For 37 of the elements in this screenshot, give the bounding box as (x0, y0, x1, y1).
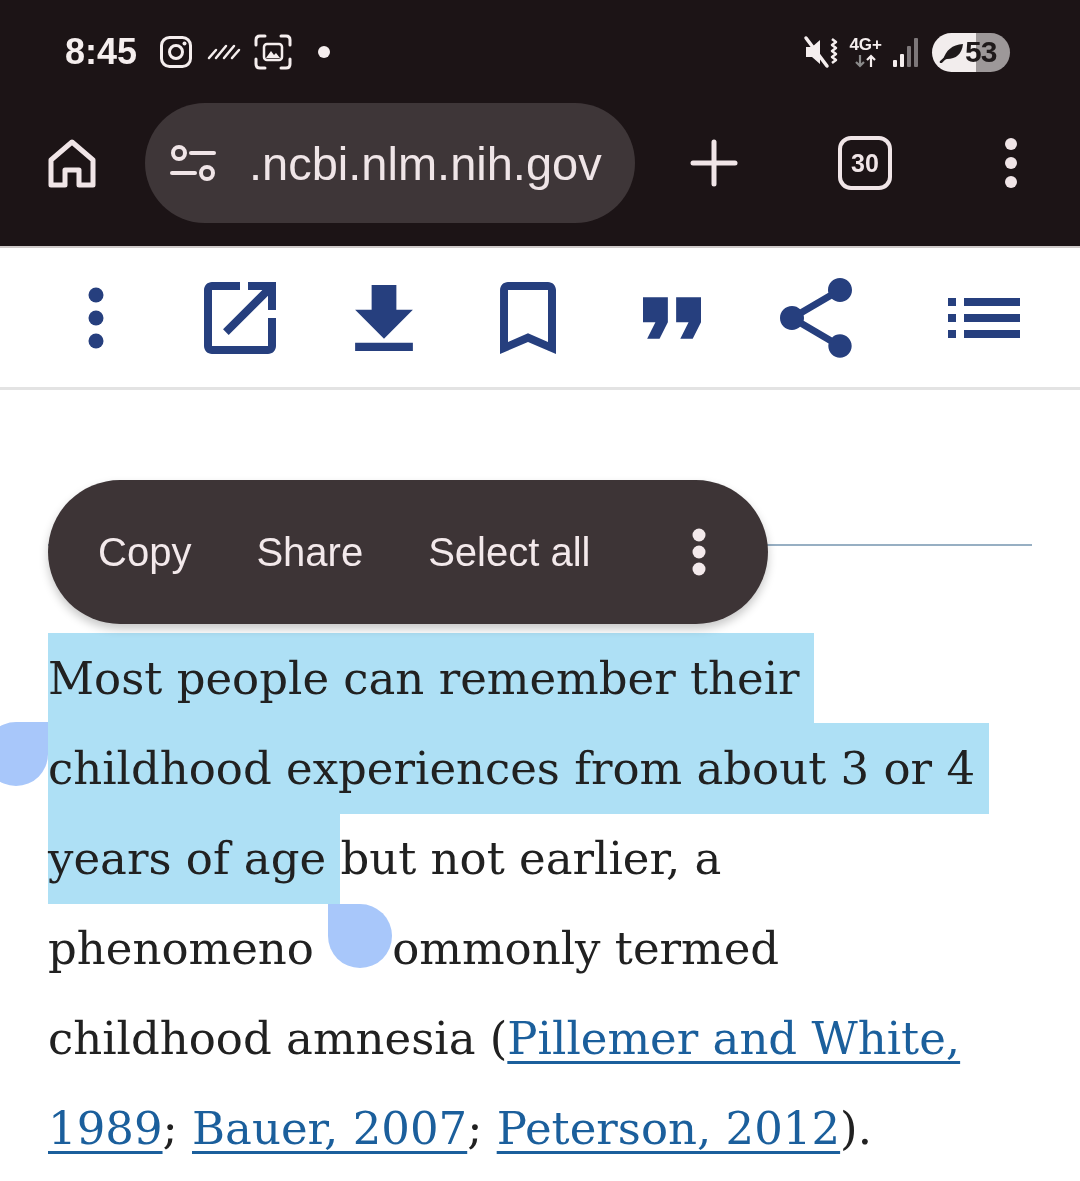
menu-option[interactable]: Select all (428, 529, 591, 575)
address-bar[interactable]: .ncbi.nlm.nih.gov (145, 103, 635, 223)
clock: 8:45 (65, 31, 138, 73)
instagram-icon (160, 36, 193, 68)
paragraph: Most people can remember their childhood experiences from about 3 or 4 years of age but not earlier, a phenomeno ommonly termed childhood amnesia (Pillemer and White, 1989; Bauer, 2007; Peterson, 2012). (48, 634, 1032, 1174)
signal-icon (892, 37, 920, 67)
tab-count-button[interactable]: 30 (838, 136, 892, 190)
selected-text: years of age (48, 813, 341, 904)
selected-text: Most people can remember their (48, 633, 814, 724)
home-icon[interactable] (47, 138, 97, 188)
menu-option[interactable]: Copy (98, 529, 192, 575)
selected-text: childhood experiences from about 3 or 4 (48, 723, 990, 814)
share-icon[interactable] (780, 277, 852, 358)
citation-link[interactable]: Bauer, 2007 (192, 1102, 468, 1155)
notification-dot-icon (318, 46, 331, 58)
url-text: .ncbi.nlm.nih.gov (249, 135, 602, 191)
more-options-icon[interactable] (692, 528, 707, 576)
menu-option[interactable]: Share (256, 529, 364, 575)
data-arrows-icon (853, 54, 878, 68)
network-type: 4G+ (849, 36, 882, 54)
list-icon[interactable] (948, 297, 1020, 338)
image-frame-icon (254, 34, 293, 70)
quote-icon[interactable] (643, 296, 701, 339)
more-options-icon[interactable] (1004, 137, 1018, 189)
citation-link[interactable]: 1989 (48, 1102, 163, 1155)
citation-link[interactable]: Pillemer and White, (507, 1012, 961, 1065)
new-tab-plus-icon[interactable] (690, 139, 738, 187)
leaf-icon (939, 41, 965, 63)
citation-link[interactable]: Peterson, 2012 (496, 1102, 841, 1155)
more-options-icon[interactable] (88, 286, 104, 349)
tune-icon[interactable] (170, 145, 216, 181)
download-icon[interactable] (355, 284, 413, 351)
external-link-icon[interactable] (204, 281, 276, 354)
diagonal-lines-icon (207, 44, 242, 60)
selection-start-handle[interactable] (0, 722, 48, 786)
muted-speaker-icon (803, 35, 840, 69)
bookmark-icon[interactable] (500, 281, 556, 354)
